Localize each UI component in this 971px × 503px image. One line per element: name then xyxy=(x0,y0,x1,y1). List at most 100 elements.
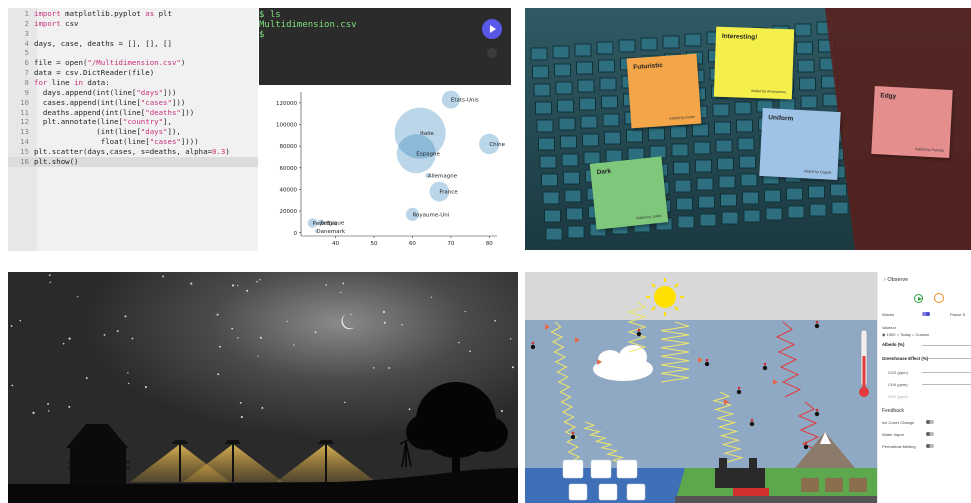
n2o-label: N2O (ppm) xyxy=(888,394,908,399)
code-line[interactable]: 12 plt.annotate(line["country"], xyxy=(8,117,258,127)
molecule-icon xyxy=(749,421,755,427)
code-line[interactable]: 14 float(line["cases"]))) xyxy=(8,137,258,147)
sticky-note-dark[interactable]: Dark Added by Julian xyxy=(589,156,669,230)
line-number: 4 xyxy=(24,38,29,48)
play-icon[interactable] xyxy=(914,294,923,303)
secondary-button[interactable] xyxy=(487,48,497,58)
molecule-atom xyxy=(531,341,535,345)
terminal-output: $ ls Multidimension.csv $ xyxy=(259,10,357,40)
point-label: Belgique xyxy=(320,220,345,226)
sticky-note-edgy[interactable]: Edgy Added by Pamela xyxy=(871,86,953,158)
scatter-chart-panel: 0 20000 40000 60000 80000 100000 120000 40 50 60 7… xyxy=(259,86,511,251)
line-number: 12 xyxy=(20,117,29,127)
albedo-label: Albedo (%) xyxy=(882,342,905,347)
greenhouse-sim-panel: › Observe Waves Pause S Values in ◉ 1900… xyxy=(525,272,971,503)
molecule-atom xyxy=(705,358,709,362)
greenhouse-slider[interactable] xyxy=(928,358,971,359)
radio-custom[interactable]: ○ Custom xyxy=(912,332,929,337)
line-number: 9 xyxy=(24,87,29,97)
code-line[interactable]: 3 xyxy=(8,29,258,39)
greenhouse-scene xyxy=(525,272,877,503)
pause-label: Pause S xyxy=(950,312,966,317)
albedo-slider[interactable] xyxy=(922,345,971,346)
y-tick-label: 40000 xyxy=(280,187,298,193)
terminal-line: $ xyxy=(259,30,265,40)
code-line[interactable]: 4 days, case, deaths = [], [], [] xyxy=(8,39,258,49)
code-text: import matplotlib.pyplot as plt xyxy=(34,9,172,18)
line-number: 10 xyxy=(20,97,29,107)
code-text: file = open("/Multidimension.csv") xyxy=(34,58,186,68)
code-line[interactable]: 15 plt.scatter(days,cases, s=deaths, alph… xyxy=(8,147,258,157)
sim-control-panel: › Observe Waves Pause S Values in ◉ 1900… xyxy=(877,272,971,503)
code-line[interactable]: 11 deaths.append(int(line["deaths"])) xyxy=(8,108,258,118)
observe-header[interactable]: › Observe xyxy=(884,277,908,283)
sticky-note-interesting[interactable]: Interesting! Added by Anonymous xyxy=(713,26,795,100)
note-title: Uniform xyxy=(768,114,794,123)
radio-1900[interactable]: ◉ 1900 xyxy=(882,332,896,337)
y-tick-label: 20000 xyxy=(280,209,298,215)
co2-slider[interactable] xyxy=(922,372,971,373)
terminal-panel[interactable]: $ ls Multidimension.csv $ xyxy=(259,8,511,85)
waves-toggle[interactable] xyxy=(922,312,930,316)
y-tick-label: 60000 xyxy=(280,166,298,172)
sticky-note-futuristic[interactable]: Futuristic Added by Andre xyxy=(626,53,702,129)
code-text: data = csv.DictReader(file) xyxy=(34,68,155,78)
permafrost-toggle[interactable] xyxy=(926,444,934,448)
molecule-icon xyxy=(803,444,809,450)
line-number: 15 xyxy=(20,147,29,157)
note-title: Edgy xyxy=(880,92,897,101)
feedback-label: Feedback xyxy=(882,408,904,414)
code-text: float(line["cases"]))) xyxy=(34,137,199,147)
code-line[interactable]: 10 cases.append(int(line["cases"])) xyxy=(8,98,258,108)
line-number: 2 xyxy=(24,18,29,28)
code-line[interactable]: 5 xyxy=(8,48,258,58)
molecule-atom xyxy=(815,408,819,412)
ch4-label: CH4 (ppm) xyxy=(888,382,908,387)
code-line[interactable]: 2 import csv xyxy=(8,19,258,29)
note-title: Futuristic xyxy=(633,62,664,72)
sticky-board: Futuristic Added by Andre Interesting! A… xyxy=(525,8,971,250)
greenhouse-label: Greenhouse Effect (%) xyxy=(882,356,929,361)
note-footer: Added by Andre xyxy=(669,114,696,121)
note-footer: Added by Pamela xyxy=(915,147,944,153)
point-label: Italie xyxy=(420,131,434,137)
line-number: 3 xyxy=(24,28,29,38)
note-title: Interesting! xyxy=(721,32,758,42)
ice-toggle[interactable] xyxy=(926,420,934,424)
molecule-atom xyxy=(804,441,808,445)
ch4-slider[interactable] xyxy=(922,384,971,385)
vapor-toggle[interactable] xyxy=(926,432,934,436)
molecule-atom xyxy=(763,362,767,366)
code-line[interactable]: 9 days.append(int(line["days"])) xyxy=(8,88,258,98)
radio-today[interactable]: ○ Today xyxy=(897,332,911,337)
code-line[interactable]: 7 data = csv.DictReader(file) xyxy=(8,68,258,78)
sticky-note-uniform[interactable]: Uniform Added by Caspar xyxy=(759,108,841,180)
code-line[interactable]: 1 import matplotlib.pyplot as plt xyxy=(8,9,258,19)
molecule-icon xyxy=(736,389,742,395)
waves-label: Waves xyxy=(882,312,895,317)
line-number: 7 xyxy=(24,68,29,78)
point-label: Danemark xyxy=(316,229,345,235)
reset-icon[interactable] xyxy=(934,293,944,303)
code-line[interactable]: 8 for line in data: xyxy=(8,78,258,88)
code-editor[interactable]: 1 import matplotlib.pyplot as plt 2 import … xyxy=(8,8,258,251)
night-scene-panel xyxy=(8,272,518,503)
run-button[interactable] xyxy=(482,19,502,39)
radio-group[interactable]: ◉ 1900 ○ Today ○ Custom xyxy=(882,332,929,337)
code-text: plt.show() xyxy=(34,156,79,166)
molecule-icon xyxy=(570,434,576,440)
x-tick-label: 60 xyxy=(409,241,416,247)
y-tick-label: 120000 xyxy=(276,101,297,107)
molecule-icon xyxy=(704,361,710,367)
code-line[interactable]: 13 (int(line["days"]), xyxy=(8,127,258,137)
y-tick-label: 0 xyxy=(294,231,298,237)
line-number: 8 xyxy=(24,78,29,88)
chevron-right-icon: › xyxy=(884,277,886,283)
molecule-icon xyxy=(636,331,642,337)
code-line[interactable]: 16 plt.show() xyxy=(8,156,258,167)
note-footer: Added by Anonymous xyxy=(750,88,787,95)
molecule-icon xyxy=(814,323,820,329)
x-tick-label: 40 xyxy=(332,241,339,247)
code-line[interactable]: 6 file = open("/Multidimension.csv") xyxy=(8,58,258,68)
code-text: (int(line["days"]), xyxy=(34,127,181,137)
